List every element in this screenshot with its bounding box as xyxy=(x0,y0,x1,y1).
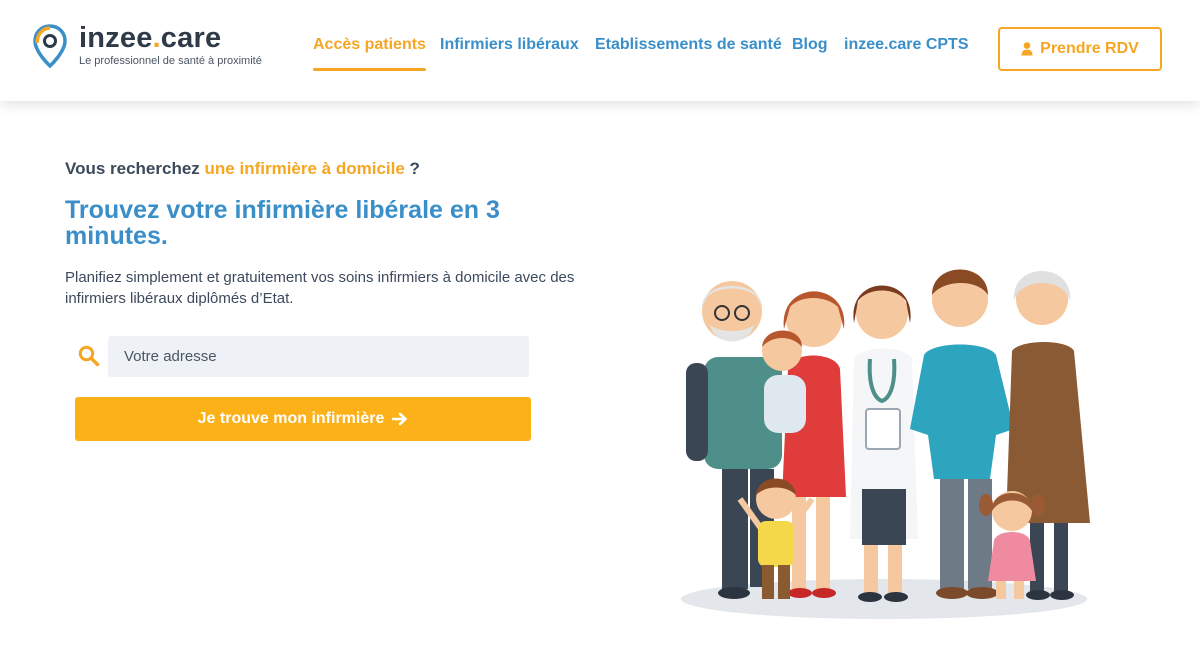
kicker-prefix: Vous recherchez xyxy=(65,159,205,178)
kicker-suffix: ? xyxy=(404,159,420,178)
hero-description: Planifiez simplement et gratuitement vos… xyxy=(65,269,575,307)
nav-item-blog[interactable]: Blog xyxy=(792,36,828,54)
nurse-figure xyxy=(850,285,918,602)
map-pin-icon xyxy=(33,24,67,68)
active-nav-underline xyxy=(313,68,426,71)
prendre-rdv-label: Prendre RDV xyxy=(1040,40,1139,57)
hero-kicker: Vous recherchez une infirmière à domicil… xyxy=(65,159,420,179)
prendre-rdv-button[interactable]: Prendre RDV xyxy=(998,27,1162,71)
nav-item-infirmiers-liberaux[interactable]: Infirmiers libéraux xyxy=(440,36,579,54)
address-search-input[interactable] xyxy=(108,336,529,377)
brand-name-dot: . xyxy=(152,22,161,54)
find-nurse-label: Je trouve mon infirmière xyxy=(197,410,385,427)
brand-name: inzee.care xyxy=(79,22,221,55)
nav-item-etablissements[interactable]: Etablissements de santé xyxy=(595,36,782,54)
user-icon xyxy=(1021,42,1033,56)
brand-tagline: Le professionnel de santé à proximité xyxy=(79,55,262,67)
hero-title: Trouvez votre infirmière libérale en 3 m… xyxy=(65,196,500,250)
site-header: inzee.care Le professionnel de santé à p… xyxy=(0,0,1200,101)
kicker-highlight: une infirmière à domicile xyxy=(204,159,405,178)
nav-item-cpts[interactable]: inzee.care CPTS xyxy=(844,36,969,54)
brand-name-suffix: care xyxy=(160,22,222,54)
search-icon xyxy=(78,345,100,367)
hero-section: Vous recherchez une infirmière à domicil… xyxy=(0,101,1200,658)
brand-logo[interactable]: inzee.care Le professionnel de santé à p… xyxy=(33,22,293,72)
nav-item-label: Accès patients xyxy=(313,36,426,53)
arrow-right-icon xyxy=(392,412,408,426)
family-nurse-illustration xyxy=(681,269,1090,619)
nav-item-acces-patients[interactable]: Accès patients xyxy=(313,36,426,71)
baby-figure xyxy=(762,330,806,433)
brand-name-main: inzee xyxy=(79,22,153,54)
find-nurse-button[interactable]: Je trouve mon infirmière xyxy=(75,397,531,441)
